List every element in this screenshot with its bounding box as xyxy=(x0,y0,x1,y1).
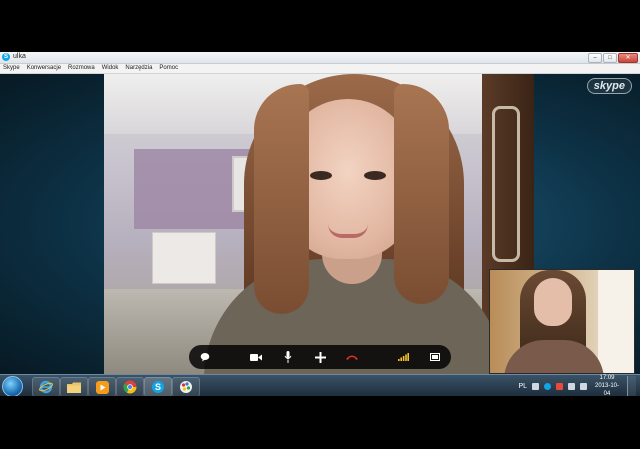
window-controls: – □ ✕ xyxy=(588,53,638,63)
signal-bars-icon xyxy=(397,353,409,361)
menu-bar: Skype Konwersacje Rozmowa Widok Narzędzi… xyxy=(0,64,640,74)
start-button[interactable] xyxy=(2,376,23,396)
keyboard-icon[interactable] xyxy=(532,382,539,390)
close-button[interactable]: ✕ xyxy=(618,53,638,63)
media-player-icon xyxy=(95,380,109,394)
end-call-button[interactable] xyxy=(341,346,363,368)
call-quality-indicator[interactable] xyxy=(392,346,414,368)
fullscreen-icon xyxy=(430,353,440,361)
paint-icon xyxy=(180,381,192,393)
video-camera-icon xyxy=(250,353,262,361)
clock-time: 17:09 xyxy=(599,375,615,381)
taskbar-file-explorer[interactable] xyxy=(60,377,88,396)
hang-up-icon xyxy=(346,355,358,360)
chrome-icon xyxy=(123,380,137,394)
show-desktop-button[interactable] xyxy=(627,376,636,396)
letterbox-top xyxy=(0,0,640,52)
add-participant-button[interactable] xyxy=(309,346,331,368)
chat-bubble-icon xyxy=(200,353,210,362)
title-bar: S ulka – □ ✕ xyxy=(0,52,640,64)
taskbar-chrome[interactable] xyxy=(116,377,144,396)
letterbox-bottom xyxy=(0,396,640,449)
menu-narzedzia[interactable]: Narzędzia xyxy=(125,64,152,73)
controls-gap-2 xyxy=(368,346,387,368)
window-title: ulka xyxy=(13,53,26,60)
video-cabinet xyxy=(152,232,216,284)
call-control-bar xyxy=(189,345,451,369)
remote-participant xyxy=(204,74,504,374)
language-indicator[interactable]: PL xyxy=(518,383,527,390)
taskbar-paint[interactable] xyxy=(172,377,200,396)
system-clock[interactable]: 17:09 2013-10-04 xyxy=(592,374,622,396)
minimize-button[interactable]: – xyxy=(588,53,602,63)
folder-icon xyxy=(67,382,81,393)
volume-icon[interactable] xyxy=(580,382,587,390)
skype-app-icon: S xyxy=(2,53,10,61)
plus-icon xyxy=(314,351,326,363)
network-icon[interactable] xyxy=(568,382,575,390)
internet-explorer-icon xyxy=(39,380,53,394)
call-area: skype xyxy=(0,74,640,374)
chat-toggle-button[interactable] xyxy=(194,346,216,368)
skype-tray-icon[interactable] xyxy=(544,382,551,390)
taskbar-internet-explorer[interactable] xyxy=(32,377,60,396)
microphone-icon xyxy=(284,351,292,363)
menu-widok[interactable]: Widok xyxy=(102,64,119,73)
taskbar-skype[interactable]: S xyxy=(144,377,172,396)
maximize-button[interactable]: □ xyxy=(603,53,617,63)
remote-video-feed[interactable] xyxy=(104,74,534,374)
svg-text:S: S xyxy=(155,382,161,392)
menu-rozmowa[interactable]: Rozmowa xyxy=(68,64,95,73)
self-view-video[interactable] xyxy=(489,269,635,374)
desktop-screen: S ulka – □ ✕ Skype Konwersacje Rozmowa W… xyxy=(0,52,640,396)
flag-icon[interactable] xyxy=(556,382,563,390)
menu-pomoc[interactable]: Pomoc xyxy=(159,64,178,73)
windows-taskbar: S PL 17:09 2013-10-04 xyxy=(0,374,640,396)
skype-icon: S xyxy=(152,381,164,393)
fullscreen-toggle-button[interactable] xyxy=(424,346,446,368)
mute-toggle-button[interactable] xyxy=(277,346,299,368)
taskbar-media-player[interactable] xyxy=(88,377,116,396)
skype-logo: skype xyxy=(586,78,632,94)
menu-konwersacje[interactable]: Konwersacje xyxy=(27,64,61,73)
clock-date: 2013-10-04 xyxy=(594,383,620,396)
menu-skype[interactable]: Skype xyxy=(3,64,20,73)
system-tray: PL 17:09 2013-10-04 xyxy=(518,375,640,396)
video-toggle-button[interactable] xyxy=(245,346,267,368)
controls-gap xyxy=(221,346,240,368)
